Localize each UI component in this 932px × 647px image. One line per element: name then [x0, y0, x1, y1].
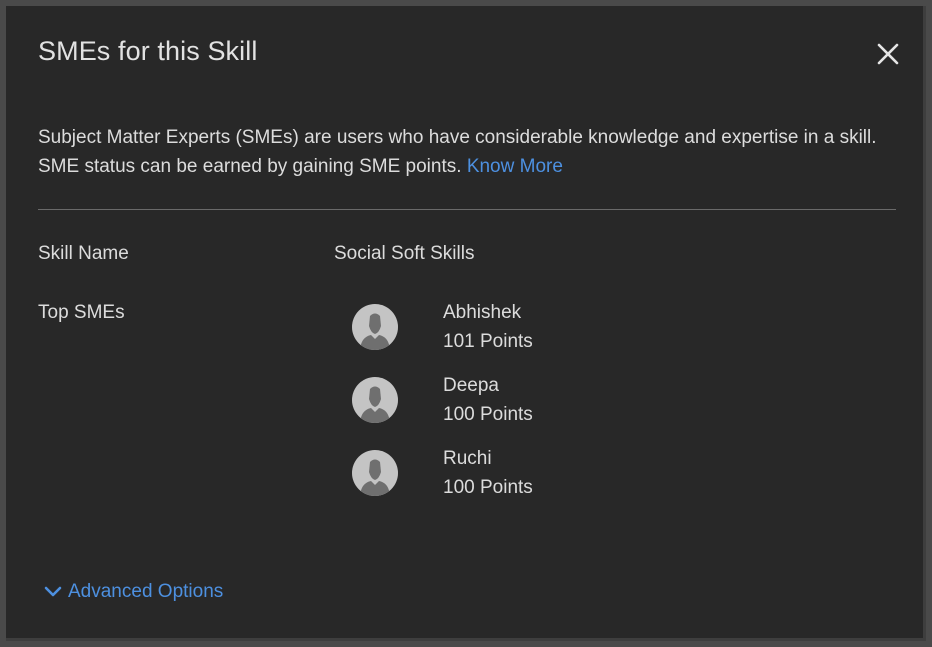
sme-name: Abhishek	[443, 302, 522, 323]
advanced-options-label: Advanced Options	[68, 581, 224, 602]
sme-list-item: Deepa 100 Points	[352, 375, 652, 448]
skill-name-label: Skill Name	[38, 243, 129, 264]
sme-points: 100 Points	[443, 404, 533, 425]
sme-list: Abhishek 101 Points Deepa 100 Points Ruc…	[352, 302, 652, 521]
description-text: Subject Matter Experts (SMEs) are users …	[38, 127, 877, 177]
advanced-options-toggle[interactable]: Advanced Options	[44, 581, 223, 603]
sme-list-item: Ruchi 100 Points	[352, 448, 652, 521]
divider	[38, 209, 896, 210]
sme-name: Ruchi	[443, 448, 492, 469]
skill-name-value: Social Soft Skills	[334, 243, 475, 264]
sme-list-item: Abhishek 101 Points	[352, 302, 652, 375]
sme-points: 100 Points	[443, 477, 533, 498]
user-avatar-icon	[352, 450, 398, 496]
sme-points: 101 Points	[443, 331, 533, 352]
user-avatar-icon	[352, 377, 398, 423]
chevron-down-icon	[44, 586, 62, 597]
close-icon	[877, 43, 899, 65]
dialog-title: SMEs for this Skill	[38, 36, 258, 66]
sme-dialog: SMEs for this Skill Subject Matter Exper…	[6, 6, 926, 641]
sme-name: Deepa	[443, 375, 499, 396]
top-smes-label: Top SMEs	[38, 302, 125, 323]
close-button[interactable]	[876, 42, 900, 66]
user-avatar-icon	[352, 304, 398, 350]
dialog-description: Subject Matter Experts (SMEs) are users …	[38, 123, 908, 181]
know-more-link[interactable]: Know More	[467, 156, 563, 177]
